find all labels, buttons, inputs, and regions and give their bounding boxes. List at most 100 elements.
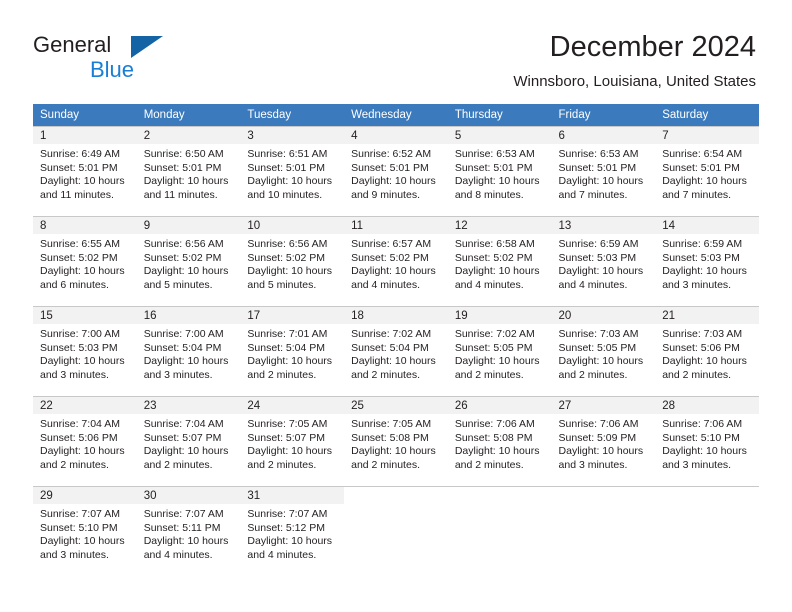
daylight-text-line1: Daylight: 10 hours — [662, 445, 747, 457]
daylight-text-line1: Daylight: 10 hours — [40, 265, 125, 277]
sunset-text: Sunset: 5:04 PM — [351, 341, 429, 354]
calendar-day-cell[interactable]: 14 Sunrise: 6:59 AM Sunset: 5:03 PM Dayligh… — [655, 216, 759, 306]
calendar-day-cell[interactable]: 23 Sunrise: 7:04 AM Sunset: 5:07 PM Dayligh… — [136, 396, 241, 486]
day-sun-info: Sunrise: 7:06 AM Sunset: 5:08 PM Daylight:… — [448, 414, 552, 472]
day-number: 3 — [240, 127, 345, 144]
calendar-cell: 27 Sunrise: 7:06 AM Sunset: 5:09 PM Dayligh… — [551, 396, 656, 486]
calendar-day-cell[interactable]: 7 Sunrise: 6:54 AM Sunset: 5:01 PM Daylight… — [655, 126, 759, 216]
daylight-text-line2: and 2 minutes. — [247, 368, 317, 381]
sunset-text: Sunset: 5:02 PM — [247, 251, 326, 264]
sunrise-text: Sunrise: 6:52 AM — [351, 148, 432, 160]
daylight-text-line1: Daylight: 10 hours — [143, 535, 229, 547]
daylight-text-line2: and 2 minutes. — [558, 368, 628, 381]
calendar-day-cell[interactable]: 8 Sunrise: 6:55 AM Sunset: 5:02 PM Daylight… — [33, 216, 137, 306]
sunrise-text: Sunrise: 6:53 AM — [558, 148, 639, 160]
calendar-cell: 20 Sunrise: 7:03 AM Sunset: 5:05 PM Dayligh… — [551, 306, 656, 396]
calendar-day-cell[interactable]: 19 Sunrise: 7:02 AM Sunset: 5:05 PM Dayligh… — [447, 306, 552, 396]
calendar-cell: 8 Sunrise: 6:55 AM Sunset: 5:02 PM Daylight… — [33, 216, 137, 306]
daylight-text-line2: and 4 minutes. — [247, 548, 317, 561]
sunset-text: Sunset: 5:02 PM — [454, 251, 533, 264]
day-number: 21 — [655, 307, 759, 324]
calendar-empty-cell — [344, 486, 448, 576]
calendar-day-cell[interactable]: 3 Sunrise: 6:51 AM Sunset: 5:01 PM Daylight… — [240, 126, 345, 216]
day-sun-info: Sunrise: 6:56 AM Sunset: 5:02 PM Daylight:… — [240, 234, 344, 292]
day-sun-info: Sunrise: 6:51 AM Sunset: 5:01 PM Daylight:… — [240, 144, 344, 202]
daylight-text-line1: Daylight: 10 hours — [454, 445, 540, 457]
calendar-day-cell[interactable]: 27 Sunrise: 7:06 AM Sunset: 5:09 PM Dayligh… — [551, 396, 656, 486]
day-number — [551, 487, 656, 504]
calendar-day-cell[interactable]: 22 Sunrise: 7:04 AM Sunset: 5:06 PM Dayligh… — [33, 396, 137, 486]
day-sun-info: Sunrise: 7:04 AM Sunset: 5:06 PM Daylight:… — [33, 414, 137, 472]
day-number: 2 — [136, 127, 241, 144]
day-sun-info: Sunrise: 6:54 AM Sunset: 5:01 PM Daylight:… — [655, 144, 759, 202]
calendar-day-cell[interactable]: 29 Sunrise: 7:07 AM Sunset: 5:10 PM Dayligh… — [33, 486, 137, 576]
calendar-day-cell[interactable]: 17 Sunrise: 7:01 AM Sunset: 5:04 PM Dayligh… — [240, 306, 345, 396]
day-sun-info: Sunrise: 6:52 AM Sunset: 5:01 PM Daylight:… — [344, 144, 448, 202]
calendar-cell: 15 Sunrise: 7:00 AM Sunset: 5:03 PM Dayligh… — [33, 306, 137, 396]
day-number: 5 — [447, 127, 552, 144]
daylight-text-line1: Daylight: 10 hours — [662, 175, 747, 187]
calendar-day-cell[interactable]: 25 Sunrise: 7:05 AM Sunset: 5:08 PM Dayligh… — [344, 396, 448, 486]
calendar-day-cell[interactable]: 12 Sunrise: 6:58 AM Sunset: 5:02 PM Dayligh… — [447, 216, 552, 306]
day-number: 11 — [344, 217, 448, 234]
sunrise-text: Sunrise: 7:00 AM — [40, 328, 120, 340]
calendar-cell: 13 Sunrise: 6:59 AM Sunset: 5:03 PM Dayligh… — [551, 216, 656, 306]
day-number: 1 — [33, 127, 137, 144]
daylight-text-line1: Daylight: 10 hours — [558, 265, 644, 277]
calendar-day-cell[interactable]: 4 Sunrise: 6:52 AM Sunset: 5:01 PM Daylight… — [344, 126, 448, 216]
sunrise-text: Sunrise: 7:07 AM — [40, 508, 120, 520]
daylight-text-line2: and 7 minutes. — [558, 188, 628, 201]
generalblue-logo: General Blue — [33, 33, 213, 85]
sunrise-text: Sunrise: 6:51 AM — [247, 148, 328, 160]
weekday-header-wednesday: Wednesday — [344, 104, 448, 126]
sunset-text: Sunset: 5:01 PM — [40, 161, 118, 174]
calendar-cell: 14 Sunrise: 6:59 AM Sunset: 5:03 PM Dayligh… — [655, 216, 759, 306]
calendar-day-cell[interactable]: 10 Sunrise: 6:56 AM Sunset: 5:02 PM Dayligh… — [240, 216, 345, 306]
daylight-text-line1: Daylight: 10 hours — [351, 355, 436, 367]
daylight-text-line2: and 2 minutes. — [351, 458, 420, 471]
calendar-day-cell[interactable]: 16 Sunrise: 7:00 AM Sunset: 5:04 PM Dayligh… — [136, 306, 241, 396]
calendar-day-cell[interactable]: 9 Sunrise: 6:56 AM Sunset: 5:02 PM Daylight… — [136, 216, 241, 306]
calendar-day-cell[interactable]: 6 Sunrise: 6:53 AM Sunset: 5:01 PM Daylight… — [551, 126, 656, 216]
calendar-day-cell[interactable]: 11 Sunrise: 6:57 AM Sunset: 5:02 PM Dayligh… — [344, 216, 448, 306]
calendar-day-cell[interactable]: 2 Sunrise: 6:50 AM Sunset: 5:01 PM Daylight… — [136, 126, 241, 216]
calendar-day-cell[interactable]: 30 Sunrise: 7:07 AM Sunset: 5:11 PM Dayligh… — [136, 486, 241, 576]
calendar-day-cell[interactable]: 15 Sunrise: 7:00 AM Sunset: 5:03 PM Dayligh… — [33, 306, 137, 396]
calendar-day-cell[interactable]: 26 Sunrise: 7:06 AM Sunset: 5:08 PM Dayligh… — [447, 396, 552, 486]
calendar-day-cell[interactable]: 5 Sunrise: 6:53 AM Sunset: 5:01 PM Daylight… — [447, 126, 552, 216]
day-sun-info: Sunrise: 6:49 AM Sunset: 5:01 PM Daylight:… — [33, 144, 137, 202]
sunset-text: Sunset: 5:04 PM — [247, 341, 326, 354]
calendar-day-cell[interactable]: 13 Sunrise: 6:59 AM Sunset: 5:03 PM Dayligh… — [551, 216, 656, 306]
day-number — [655, 487, 759, 504]
calendar-day-cell[interactable]: 18 Sunrise: 7:02 AM Sunset: 5:04 PM Dayligh… — [344, 306, 448, 396]
sunset-text: Sunset: 5:01 PM — [662, 161, 740, 174]
sunset-text: Sunset: 5:03 PM — [662, 251, 740, 264]
calendar-day-cell[interactable]: 21 Sunrise: 7:03 AM Sunset: 5:06 PM Dayligh… — [655, 306, 759, 396]
calendar-day-cell[interactable]: 31 Sunrise: 7:07 AM Sunset: 5:12 PM Dayligh… — [240, 486, 345, 576]
logo-text-general: General — [33, 32, 112, 57]
weekday-header-saturday: Saturday — [655, 104, 759, 126]
daylight-text-line1: Daylight: 10 hours — [247, 175, 333, 187]
calendar-day-cell[interactable]: 1 Sunrise: 6:49 AM Sunset: 5:01 PM Daylight… — [33, 126, 137, 216]
calendar-cell: 22 Sunrise: 7:04 AM Sunset: 5:06 PM Dayligh… — [33, 396, 137, 486]
sunrise-text: Sunrise: 6:50 AM — [143, 148, 224, 160]
calendar-cell: 19 Sunrise: 7:02 AM Sunset: 5:05 PM Dayligh… — [447, 306, 552, 396]
sunrise-text: Sunrise: 7:06 AM — [558, 418, 639, 430]
sunset-text: Sunset: 5:06 PM — [40, 431, 118, 444]
day-number: 28 — [655, 397, 759, 414]
calendar-cell: 26 Sunrise: 7:06 AM Sunset: 5:08 PM Dayligh… — [447, 396, 552, 486]
sunrise-text: Sunrise: 7:07 AM — [143, 508, 224, 520]
sunset-text: Sunset: 5:06 PM — [662, 341, 740, 354]
calendar-cell: 9 Sunrise: 6:56 AM Sunset: 5:02 PM Daylight… — [136, 216, 241, 306]
day-number: 4 — [344, 127, 448, 144]
weekday-header-tuesday: Tuesday — [240, 104, 345, 126]
daylight-text-line2: and 4 minutes. — [351, 278, 420, 291]
calendar-day-cell[interactable]: 24 Sunrise: 7:05 AM Sunset: 5:07 PM Dayligh… — [240, 396, 345, 486]
weekday-header-row: Sunday Monday Tuesday Wednesday Thursday… — [33, 104, 759, 126]
daylight-text-line2: and 10 minutes. — [247, 188, 323, 201]
calendar-day-cell[interactable]: 20 Sunrise: 7:03 AM Sunset: 5:05 PM Dayligh… — [551, 306, 656, 396]
calendar-day-cell[interactable]: 28 Sunrise: 7:06 AM Sunset: 5:10 PM Dayligh… — [655, 396, 759, 486]
day-sun-info: Sunrise: 6:58 AM Sunset: 5:02 PM Daylight:… — [448, 234, 552, 292]
day-number: 18 — [344, 307, 448, 324]
calendar-empty-cell — [447, 486, 552, 576]
